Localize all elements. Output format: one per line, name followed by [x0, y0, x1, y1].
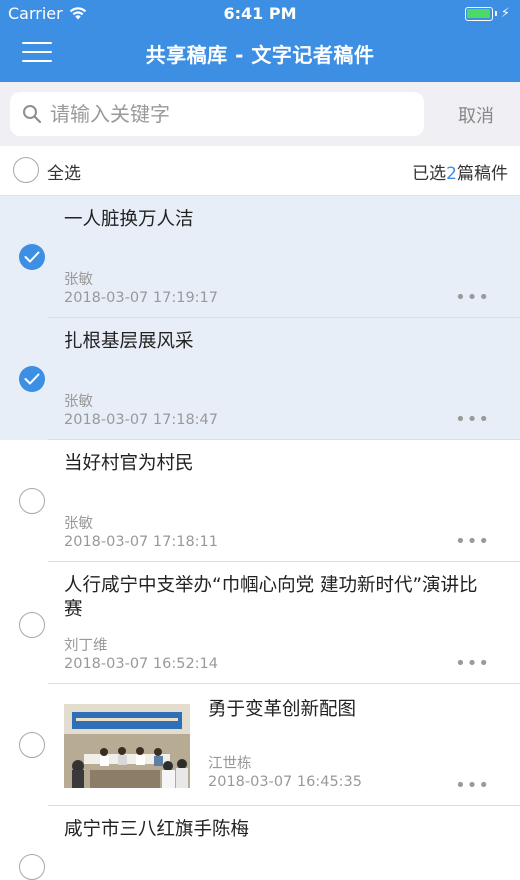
item-date: 2018-03-07 16:52:14 [64, 656, 218, 672]
item-title: 咸宁市三八红旗手陈梅 [64, 819, 250, 840]
item-checkbox[interactable] [19, 488, 45, 514]
select-all-bar: 全选 已选2篇稿件 [0, 146, 520, 196]
list-item[interactable]: 咸宁市三八红旗手陈梅 [0, 806, 520, 880]
item-title: 勇于变革创新配图 [208, 699, 357, 720]
item-author: 刘丁维 [64, 638, 108, 654]
item-date: 2018-03-07 17:19:17 [64, 290, 218, 306]
item-checkbox[interactable] [19, 732, 45, 758]
page-title: 共享稿库 - 文字记者稿件 [145, 43, 375, 67]
item-thumbnail [64, 704, 190, 788]
item-author: 张敏 [64, 394, 93, 410]
item-checkbox[interactable] [19, 244, 45, 270]
more-icon[interactable]: ••• [455, 409, 490, 430]
item-title: 当好村官为村民 [64, 453, 194, 474]
search-input[interactable] [50, 102, 390, 126]
more-icon[interactable]: ••• [455, 531, 490, 552]
nav-bar: 共享稿库 - 文字记者稿件 [0, 30, 520, 76]
select-all-checkbox[interactable] [13, 157, 39, 183]
more-icon[interactable]: ••• [455, 775, 490, 796]
list-item[interactable]: 一人脏换万人洁 张敏 2018-03-07 17:19:17 ••• [0, 196, 520, 318]
app-header: Carrier 6:41 PM ⚡ 共享稿库 - 文字记者稿件 [0, 0, 520, 82]
select-all-label[interactable]: 全选 [47, 159, 81, 184]
more-icon[interactable]: ••• [455, 287, 490, 308]
check-icon [24, 251, 40, 263]
item-date: 2018-03-07 17:18:11 [64, 534, 218, 550]
item-author: 张敏 [64, 516, 93, 532]
search-box[interactable] [10, 92, 424, 136]
selected-count: 已选2篇稿件 [412, 159, 508, 184]
item-title: 扎根基层展风采 [64, 331, 194, 352]
more-icon[interactable]: ••• [455, 653, 490, 674]
item-checkbox[interactable] [19, 854, 45, 880]
cancel-button[interactable]: 取消 [458, 102, 494, 128]
status-time: 6:41 PM [223, 4, 297, 23]
item-checkbox[interactable] [19, 612, 45, 638]
item-date: 2018-03-07 16:45:35 [208, 774, 362, 790]
item-author: 江世栋 [208, 756, 252, 772]
list-item[interactable]: 当好村官为村民 张敏 2018-03-07 17:18:11 ••• [0, 440, 520, 562]
article-list: 一人脏换万人洁 张敏 2018-03-07 17:19:17 ••• 扎根基层展… [0, 196, 520, 880]
battery-icon: ⚡ [464, 6, 510, 21]
charging-icon: ⚡ [500, 6, 510, 21]
search-icon [23, 105, 42, 124]
item-checkbox[interactable] [19, 366, 45, 392]
check-icon [24, 373, 40, 385]
status-bar: Carrier 6:41 PM ⚡ [0, 0, 520, 26]
item-author: 张敏 [64, 272, 93, 288]
selected-count-suffix: 篇稿件 [457, 164, 508, 184]
item-title: 一人脏换万人洁 [64, 209, 194, 230]
search-bar: 取消 [0, 82, 520, 146]
selected-count-prefix: 已选 [412, 164, 447, 184]
list-item[interactable]: 扎根基层展风采 张敏 2018-03-07 17:18:47 ••• [0, 318, 520, 440]
selected-count-number: 2 [446, 164, 457, 184]
item-title: 人行咸宁中支举办“巾帼心向党 建功新时代”演讲比赛 [64, 575, 478, 620]
list-item[interactable]: 勇于变革创新配图 江世栋 2018-03-07 16:45:35 ••• [0, 684, 520, 806]
item-date: 2018-03-07 17:18:47 [64, 412, 218, 428]
list-item[interactable]: 人行咸宁中支举办“巾帼心向党 建功新时代”演讲比赛 刘丁维 2018-03-07… [0, 562, 520, 684]
